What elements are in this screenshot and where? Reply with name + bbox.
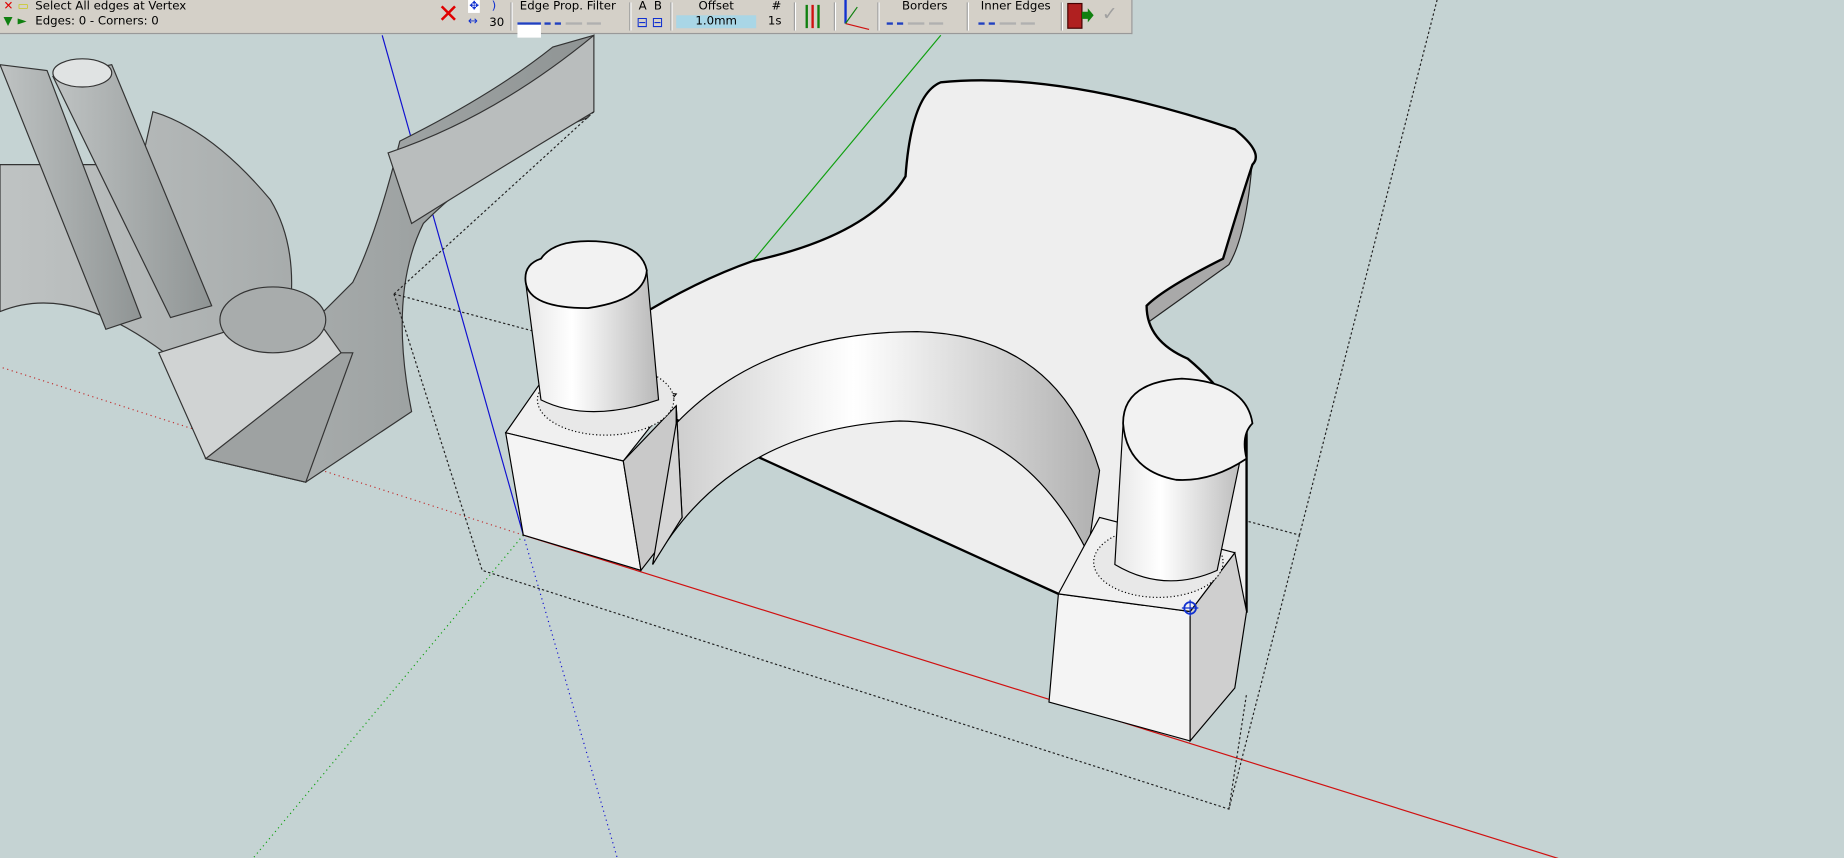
dashed-edge-filter-button[interactable] bbox=[544, 18, 601, 31]
cancel-icon[interactable]: ✕ bbox=[437, 0, 459, 31]
angle-value[interactable]: 30 bbox=[489, 16, 504, 29]
toolbar: ✕ ▭ Select All edges at Vertex ▼ ► Edges… bbox=[0, 0, 1133, 38]
model-part[interactable] bbox=[504, 79, 1257, 743]
model-viewport[interactable] bbox=[0, 0, 1844, 858]
z-axis-dotted bbox=[522, 534, 618, 858]
right-cylinder-top bbox=[1122, 377, 1254, 481]
filter-icon[interactable]: ▼ bbox=[4, 15, 13, 28]
borders-label: Borders bbox=[901, 0, 948, 13]
inner-edges-style-button[interactable] bbox=[978, 18, 1035, 31]
move-icon[interactable]: ✥ bbox=[468, 0, 481, 13]
a-toggle-icon[interactable]: ⊟ bbox=[636, 14, 648, 30]
arc-icon[interactable]: ) bbox=[492, 0, 497, 13]
count-label: # bbox=[771, 0, 782, 13]
inner-edges-label: Inner Edges bbox=[980, 0, 1051, 13]
edge-prop-filter-label: Edge Prop. Filter bbox=[519, 0, 616, 13]
b-label: B bbox=[653, 0, 662, 13]
axis-lines-icon[interactable] bbox=[803, 4, 822, 29]
exit-door-icon[interactable] bbox=[1065, 1, 1094, 30]
count-value[interactable]: 1s bbox=[768, 15, 782, 28]
borders-edge-style-button[interactable] bbox=[886, 18, 944, 31]
play-icon[interactable]: ► bbox=[18, 15, 27, 28]
status-text: Edges: 0 - Corners: 0 bbox=[35, 15, 159, 29]
offset-input[interactable]: 1.0mm bbox=[676, 15, 757, 29]
offset-label: Offset bbox=[698, 0, 734, 13]
a-label: A bbox=[638, 0, 647, 13]
background-component[interactable] bbox=[0, 34, 595, 483]
edge-select-icon: ▭ bbox=[17, 0, 29, 13]
sketchup-window: ✕ ▭ Select All edges at Vertex ▼ ► Edges… bbox=[0, 0, 1844, 858]
plain-edge-filter-button[interactable] bbox=[517, 22, 541, 38]
axes-icon[interactable] bbox=[841, 0, 874, 31]
right-block-front bbox=[1048, 593, 1191, 742]
tool-title: Select All edges at Vertex bbox=[35, 0, 187, 13]
b-toggle-icon[interactable]: ⊟ bbox=[652, 14, 664, 30]
checkmark-icon[interactable]: ✓ bbox=[1102, 2, 1118, 24]
width-arrow-icon: ↔ bbox=[468, 15, 478, 29]
y-axis-dotted bbox=[252, 534, 524, 858]
cancel-small-icon[interactable]: ✕ bbox=[4, 0, 14, 13]
